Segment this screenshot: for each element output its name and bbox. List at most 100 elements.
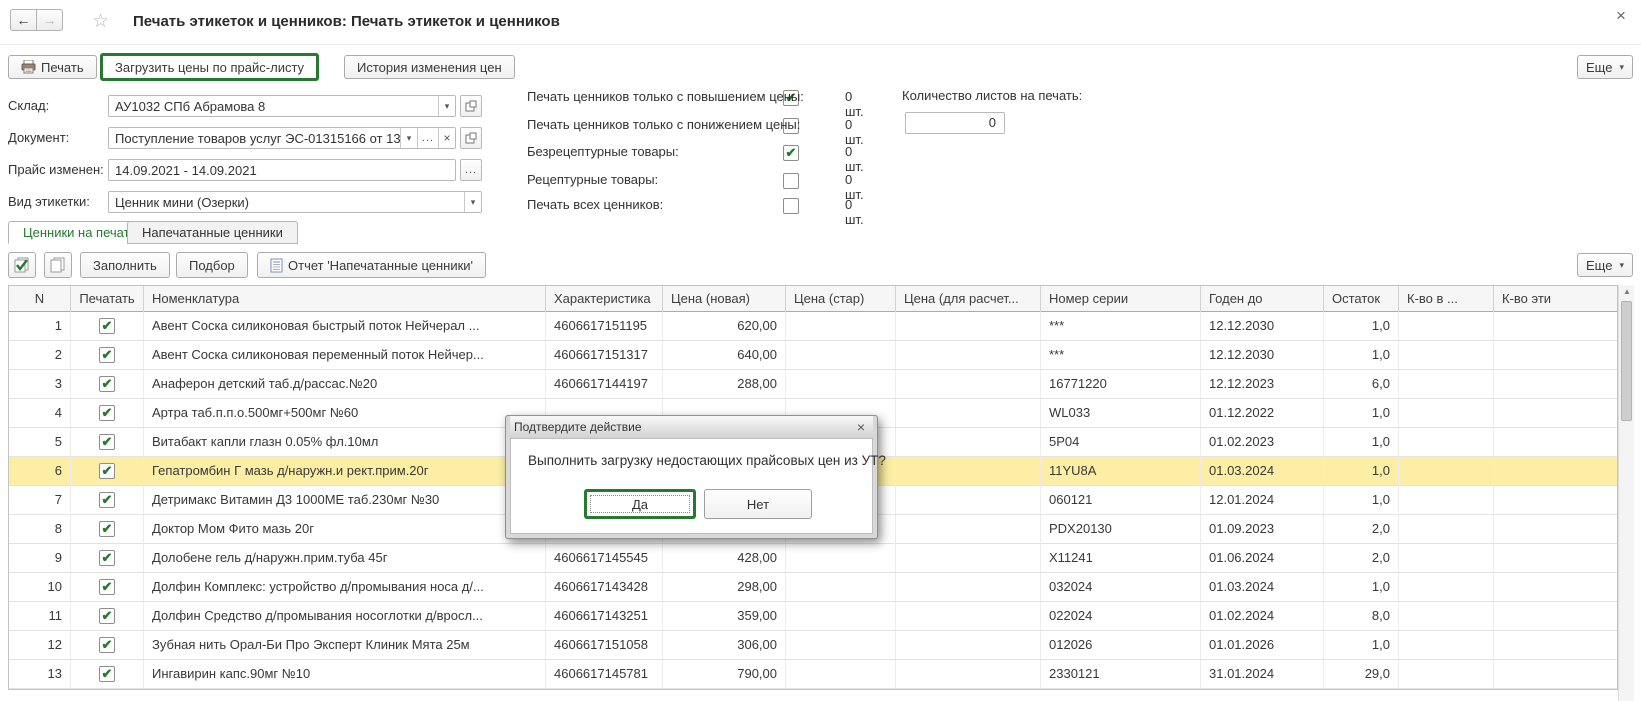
- table-row[interactable]: 12✔Зубная нить Орал-Би Про Эксперт Клини…: [9, 631, 1617, 660]
- row-print-checkbox[interactable]: ✔: [99, 492, 115, 508]
- row-print-checkbox[interactable]: ✔: [99, 405, 115, 421]
- load-prices-button[interactable]: Загрузить цены по прайс-листу: [100, 53, 319, 81]
- column-header[interactable]: Годен до: [1201, 286, 1324, 312]
- toolbar-more-button[interactable]: Еще ▾: [1577, 55, 1633, 79]
- warehouse-open-button[interactable]: [460, 95, 482, 117]
- dialog-no-button[interactable]: Нет: [704, 489, 812, 519]
- row-print-checkbox[interactable]: ✔: [99, 434, 115, 450]
- filter-checkbox[interactable]: [783, 198, 799, 214]
- table-row[interactable]: 2✔Авент Соска силиконовая переменный пот…: [9, 341, 1617, 370]
- column-header[interactable]: Номенклатура: [144, 286, 546, 312]
- row-print-checkbox[interactable]: ✔: [99, 521, 115, 537]
- row-print-checkbox[interactable]: ✔: [99, 376, 115, 392]
- row-print-checkbox[interactable]: ✔: [99, 637, 115, 653]
- confirm-dialog-message: Выполнить загрузку недостающих прайсовых…: [528, 453, 886, 468]
- cell-expiry: 01.01.2026: [1201, 631, 1324, 659]
- dialog-close-icon[interactable]: ×: [853, 419, 869, 435]
- scrollbar-thumb[interactable]: [1621, 301, 1632, 421]
- row-print-checkbox[interactable]: ✔: [99, 347, 115, 363]
- filter-count: 0 шт.: [845, 117, 864, 147]
- table-row[interactable]: 13✔Ингавирин капс.90мг №1046066171457817…: [9, 660, 1617, 689]
- column-header[interactable]: N: [9, 286, 71, 312]
- table-row[interactable]: 10✔Долфин Комплекс: устройство д/промыва…: [9, 573, 1617, 602]
- row-print-checkbox[interactable]: ✔: [99, 666, 115, 682]
- back-button[interactable]: ←: [10, 9, 37, 31]
- scroll-up-icon[interactable]: ▲: [1619, 287, 1635, 296]
- check-icon: ✔: [786, 146, 797, 159]
- page-title: Печать этикеток и ценников: Печать этике…: [133, 13, 560, 30]
- warehouse-field[interactable]: АУ1032 СПб Абрамова 8 ▾: [108, 95, 456, 117]
- price-history-button[interactable]: История изменения цен: [344, 55, 515, 79]
- row-print-checkbox[interactable]: ✔: [99, 550, 115, 566]
- tab-printed-price-tags[interactable]: Напечатанные ценники: [127, 221, 298, 244]
- row-print-checkbox[interactable]: ✔: [99, 318, 115, 334]
- printed-report-button[interactable]: Отчет 'Напечатанные ценники': [257, 252, 486, 278]
- column-header[interactable]: Цена (стар): [786, 286, 896, 312]
- cell-number: 12: [9, 631, 71, 659]
- check-all-button[interactable]: [8, 252, 36, 278]
- cell-characteristic: 4606617145781: [546, 660, 663, 688]
- favorite-star-icon[interactable]: ☆: [92, 10, 109, 33]
- dialog-yes-button[interactable]: Да: [584, 489, 696, 519]
- cell-qty-box: [1399, 341, 1494, 369]
- column-header[interactable]: Цена (новая): [663, 286, 786, 312]
- column-header[interactable]: Остаток: [1324, 286, 1399, 312]
- fill-button[interactable]: Заполнить: [80, 252, 170, 278]
- label-kind-field[interactable]: Ценник мини (Озерки) ▾: [108, 191, 482, 213]
- cell-price-calc: [896, 515, 1041, 543]
- table-more-button[interactable]: Еще ▾: [1577, 253, 1633, 277]
- price-period-field[interactable]: 14.09.2021 - 14.09.2021: [108, 159, 456, 181]
- label-kind-dropdown-icon[interactable]: ▾: [464, 192, 481, 212]
- column-header[interactable]: К-во эти: [1494, 286, 1619, 312]
- forward-button[interactable]: →: [36, 9, 63, 31]
- table-row[interactable]: 11✔Долфин Средство д/промывания носоглот…: [9, 602, 1617, 631]
- cell-print: ✔: [71, 370, 144, 398]
- uncheck-all-button[interactable]: [44, 252, 72, 278]
- price-period-choose-button[interactable]: ...: [460, 159, 482, 181]
- document-choose-button[interactable]: ...: [417, 128, 438, 148]
- cell-expiry: 01.03.2024: [1201, 457, 1324, 485]
- sheets-count-input[interactable]: 0: [905, 112, 1005, 134]
- table-row[interactable]: 3✔Анаферон детский таб.д/рассас.№2046066…: [9, 370, 1617, 399]
- printed-report-label: Отчет 'Напечатанные ценники': [288, 258, 473, 273]
- column-header[interactable]: Цена (для расчет...: [896, 286, 1041, 312]
- ellipsis-icon: ...: [465, 164, 477, 176]
- print-button[interactable]: Печать: [8, 55, 97, 79]
- cell-series: ***: [1041, 312, 1201, 340]
- cell-qty-labels: [1494, 312, 1619, 340]
- filter-checkbox[interactable]: [783, 173, 799, 189]
- cell-stock: 2,0: [1324, 515, 1399, 543]
- cell-series: 022024: [1041, 602, 1201, 630]
- close-icon[interactable]: ×: [1616, 6, 1626, 26]
- table-row[interactable]: 9✔Долобене гель д/наружн.прим.туба 45г46…: [9, 544, 1617, 573]
- document-field[interactable]: Поступление товаров услуг ЭС-01315166 от…: [108, 127, 456, 149]
- cell-print: ✔: [71, 312, 144, 340]
- document-clear-icon[interactable]: ×: [438, 128, 455, 148]
- pick-button[interactable]: Подбор: [176, 252, 248, 278]
- cell-expiry: 01.02.2024: [1201, 602, 1324, 630]
- filter-checkbox[interactable]: ✔: [783, 145, 799, 161]
- warehouse-dropdown-icon[interactable]: ▾: [438, 96, 455, 116]
- cell-price-old: [786, 544, 896, 572]
- column-header[interactable]: Номер серии: [1041, 286, 1201, 312]
- cell-number: 3: [9, 370, 71, 398]
- table-row[interactable]: 1✔Авент Соска силиконовая быстрый поток …: [9, 312, 1617, 341]
- label-kind-value: Ценник мини (Озерки): [109, 195, 464, 210]
- cell-expiry: 12.12.2030: [1201, 341, 1324, 369]
- document-dropdown-icon[interactable]: ▾: [400, 128, 417, 148]
- check-all-icon: [14, 257, 31, 273]
- column-header[interactable]: Характеристика: [546, 286, 663, 312]
- check-icon: ✔: [102, 638, 113, 651]
- table-vertical-scrollbar[interactable]: ▲: [1618, 285, 1634, 701]
- column-header[interactable]: К-во в ...: [1399, 286, 1494, 312]
- cell-qty-labels: [1494, 602, 1619, 630]
- document-open-button[interactable]: [460, 127, 482, 149]
- row-print-checkbox[interactable]: ✔: [99, 579, 115, 595]
- column-header[interactable]: Печатать: [71, 286, 144, 312]
- table-header-row: NПечататьНоменклатураХарактеристикаЦена …: [9, 286, 1617, 312]
- row-print-checkbox[interactable]: ✔: [99, 608, 115, 624]
- cell-expiry: 01.06.2024: [1201, 544, 1324, 572]
- cell-stock: 1,0: [1324, 457, 1399, 485]
- row-print-checkbox[interactable]: ✔: [99, 463, 115, 479]
- cell-number: 7: [9, 486, 71, 514]
